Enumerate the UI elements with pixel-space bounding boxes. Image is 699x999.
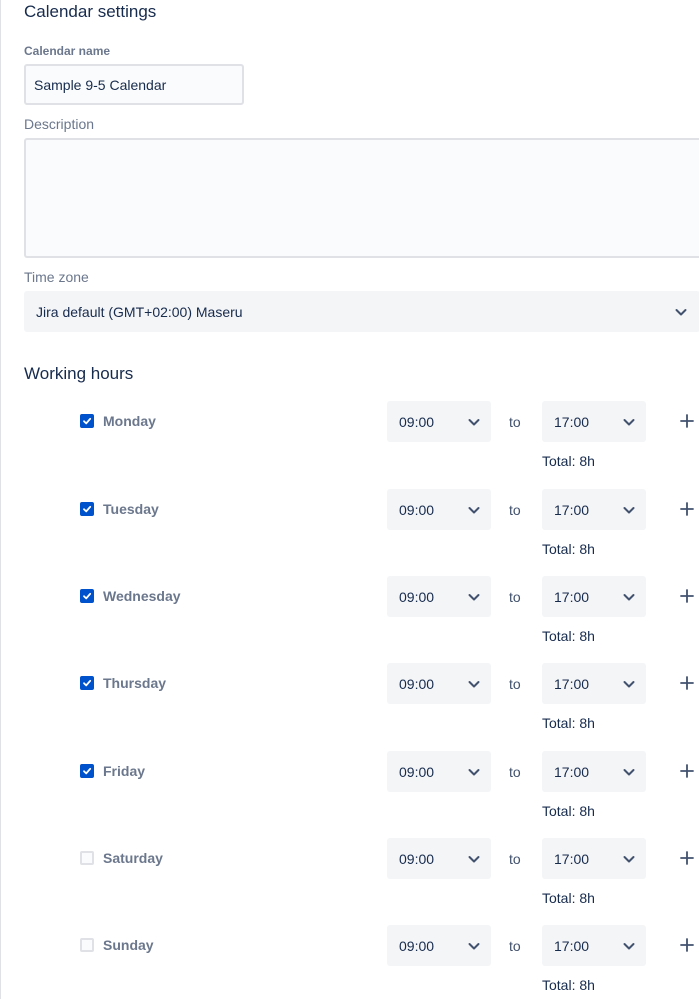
chevron-down-icon: [467, 503, 481, 517]
time-zone-value: Jira default (GMT+02:00) Maseru: [36, 303, 243, 320]
working-day-row-friday: Friday 09:00 to 17:00 Total: 8h: [1, 751, 699, 819]
friday-checkbox[interactable]: [80, 764, 94, 778]
saturday-start-time-select[interactable]: 09:00: [387, 838, 491, 879]
monday-checkbox[interactable]: [80, 414, 94, 428]
working-day-row-tuesday: Tuesday 09:00 to 17:00 Total: 8h: [1, 489, 699, 557]
chevron-down-icon: [467, 939, 481, 953]
friday-total: Total: 8h: [542, 803, 595, 819]
friday-end-time-select[interactable]: 17:00: [542, 751, 646, 792]
thursday-add-interval-icon[interactable]: [680, 676, 694, 690]
thursday-total: Total: 8h: [542, 715, 595, 731]
chevron-down-icon: [467, 590, 481, 604]
chevron-down-icon: [622, 415, 636, 429]
saturday-start-time-value: 09:00: [399, 850, 435, 867]
friday-add-interval-icon[interactable]: [680, 764, 694, 778]
wednesday-add-interval-icon[interactable]: [680, 589, 694, 603]
sunday-label: Sunday: [103, 937, 154, 953]
chevron-down-icon: [622, 677, 636, 691]
chevron-down-icon: [467, 852, 481, 866]
tuesday-to-label: to: [509, 502, 521, 518]
tuesday-total: Total: 8h: [542, 541, 595, 557]
sunday-start-time-value: 09:00: [399, 937, 435, 954]
chevron-down-icon: [467, 677, 481, 691]
tuesday-end-time-select[interactable]: 17:00: [542, 489, 646, 530]
sunday-add-interval-icon[interactable]: [680, 938, 694, 952]
monday-label: Monday: [103, 413, 156, 429]
wednesday-start-time-select[interactable]: 09:00: [387, 576, 491, 617]
chevron-down-icon: [622, 503, 636, 517]
working-day-row-thursday: Thursday 09:00 to 17:00 Total: 8h: [1, 663, 699, 731]
saturday-add-interval-icon[interactable]: [680, 851, 694, 865]
friday-start-time-select[interactable]: 09:00: [387, 751, 491, 792]
saturday-to-label: to: [509, 851, 521, 867]
monday-end-time-value: 17:00: [554, 413, 590, 430]
description-textarea[interactable]: [24, 138, 699, 258]
monday-add-interval-icon[interactable]: [680, 414, 694, 428]
tuesday-end-time-value: 17:00: [554, 501, 590, 518]
saturday-total: Total: 8h: [542, 890, 595, 906]
wednesday-total: Total: 8h: [542, 628, 595, 644]
calendar-name-input[interactable]: [24, 64, 244, 105]
wednesday-start-time-value: 09:00: [399, 588, 435, 605]
working-day-row-sunday: Sunday 09:00 to 17:00 Total: 8h: [1, 925, 699, 993]
monday-start-time-value: 09:00: [399, 413, 435, 430]
saturday-end-time-select[interactable]: 17:00: [542, 838, 646, 879]
sunday-to-label: to: [509, 938, 521, 954]
thursday-to-label: to: [509, 676, 521, 692]
friday-label: Friday: [103, 763, 146, 779]
chevron-down-icon: [622, 765, 636, 779]
calendar-settings-title: Calendar settings: [24, 2, 157, 21]
chevron-down-icon: [622, 939, 636, 953]
thursday-checkbox[interactable]: [80, 676, 94, 690]
thursday-label: Thursday: [103, 675, 167, 691]
monday-total: Total: 8h: [542, 453, 595, 469]
time-zone-label: Time zone: [24, 269, 89, 285]
calendar-name-label: Calendar name: [24, 44, 111, 58]
working-hours-title: Working hours: [24, 364, 134, 383]
sunday-end-time-value: 17:00: [554, 937, 590, 954]
working-day-row-saturday: Saturday 09:00 to 17:00 Total: 8h: [1, 838, 699, 906]
thursday-end-time-select[interactable]: 17:00: [542, 663, 646, 704]
friday-start-time-value: 09:00: [399, 763, 435, 780]
friday-to-label: to: [509, 764, 521, 780]
saturday-checkbox[interactable]: [80, 851, 94, 865]
sunday-checkbox[interactable]: [80, 938, 94, 952]
chevron-down-icon: [674, 305, 688, 319]
thursday-start-time-value: 09:00: [399, 675, 435, 692]
description-label: Description: [24, 116, 95, 132]
wednesday-label: Wednesday: [103, 588, 181, 604]
monday-end-time-select[interactable]: 17:00: [542, 401, 646, 442]
chevron-down-icon: [467, 765, 481, 779]
working-day-row-wednesday: Wednesday 09:00 to 17:00 Total: 8h: [1, 576, 699, 644]
friday-end-time-value: 17:00: [554, 763, 590, 780]
time-zone-select[interactable]: Jira default (GMT+02:00) Maseru: [24, 291, 699, 332]
tuesday-add-interval-icon[interactable]: [680, 502, 694, 516]
wednesday-end-time-select[interactable]: 17:00: [542, 576, 646, 617]
sunday-end-time-select[interactable]: 17:00: [542, 925, 646, 966]
saturday-label: Saturday: [103, 850, 163, 866]
saturday-end-time-value: 17:00: [554, 850, 590, 867]
monday-to-label: to: [509, 414, 521, 430]
sunday-start-time-select[interactable]: 09:00: [387, 925, 491, 966]
tuesday-checkbox[interactable]: [80, 502, 94, 516]
calendar-settings-page: Calendar settings Calendar name Descript…: [0, 0, 699, 999]
chevron-down-icon: [622, 590, 636, 604]
tuesday-label: Tuesday: [103, 501, 159, 517]
wednesday-to-label: to: [509, 589, 521, 605]
sunday-total: Total: 8h: [542, 977, 595, 993]
tuesday-start-time-value: 09:00: [399, 501, 435, 518]
tuesday-start-time-select[interactable]: 09:00: [387, 489, 491, 530]
thursday-end-time-value: 17:00: [554, 675, 590, 692]
working-day-row-monday: Monday 09:00 to 17:00 Total: 8h: [1, 401, 699, 469]
thursday-start-time-select[interactable]: 09:00: [387, 663, 491, 704]
wednesday-end-time-value: 17:00: [554, 588, 590, 605]
chevron-down-icon: [622, 852, 636, 866]
chevron-down-icon: [467, 415, 481, 429]
monday-start-time-select[interactable]: 09:00: [387, 401, 491, 442]
wednesday-checkbox[interactable]: [80, 589, 94, 603]
